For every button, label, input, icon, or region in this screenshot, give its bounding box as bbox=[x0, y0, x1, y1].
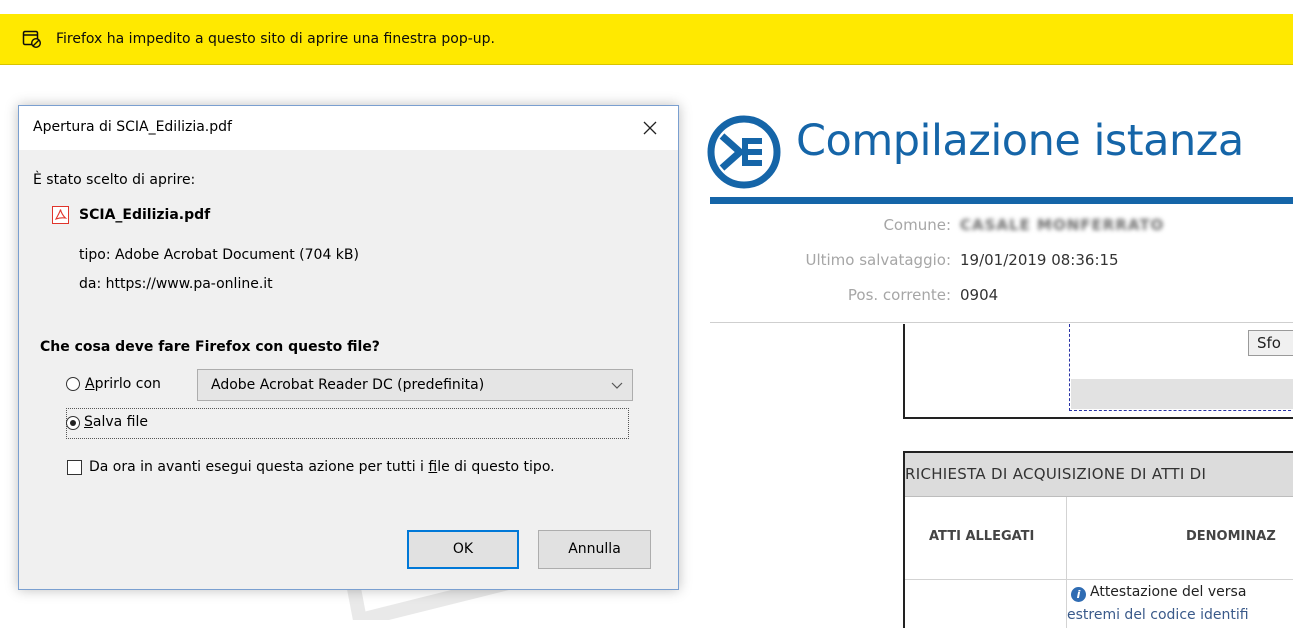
acquisition-table: RICHIESTA DI ACQUISIZIONE DI ATTI DI ATT… bbox=[903, 451, 1293, 628]
upload-section: Sfo bbox=[903, 324, 1293, 419]
dialog-question: Che cosa deve fare Firefox con questo fi… bbox=[40, 339, 380, 355]
application-select-value: Adobe Acrobat Reader DC (predefinita) bbox=[211, 377, 485, 393]
row-label: Attestazione del versa bbox=[1090, 584, 1247, 600]
ok-button[interactable]: OK bbox=[407, 530, 519, 569]
compilazione-logo-icon bbox=[707, 115, 781, 189]
info-label: Ultimo salvataggio: bbox=[805, 251, 951, 269]
table-row-text: i Attestazione del versa bbox=[1071, 584, 1246, 602]
file-source-row: da: https://www.pa-online.it bbox=[79, 276, 273, 292]
dialog-title: Apertura di SCIA_Edilizia.pdf bbox=[33, 119, 232, 135]
open-file-dialog: Apertura di SCIA_Edilizia.pdf È stato sc… bbox=[18, 105, 679, 590]
column-header-label: DENOMINAZ bbox=[1186, 529, 1276, 544]
open-with-label[interactable]: Aprirlo con bbox=[85, 376, 161, 392]
close-icon bbox=[643, 121, 657, 135]
table-header-label: RICHIESTA DI ACQUISIZIONE DI ATTI DI bbox=[905, 465, 1207, 483]
column-header-denominazione: DENOMINAZ bbox=[1067, 497, 1293, 580]
close-button[interactable] bbox=[630, 111, 670, 145]
file-type-row: tipo: Adobe Acrobat Document (704 kB) bbox=[79, 247, 359, 263]
table-row-subtext: estremi del codice identifi bbox=[1067, 607, 1249, 623]
save-file-label[interactable]: Salva file bbox=[84, 414, 148, 430]
popup-blocked-message: Firefox ha impedito a questo sito di apr… bbox=[56, 31, 495, 47]
application-select[interactable]: Adobe Acrobat Reader DC (predefinita) bbox=[197, 369, 633, 401]
remember-choice-label[interactable]: Da ora in avanti esegui questa azione pe… bbox=[89, 459, 555, 475]
info-label: Pos. corrente: bbox=[847, 286, 951, 304]
table-header: RICHIESTA DI ACQUISIZIONE DI ATTI DI bbox=[905, 453, 1293, 497]
column-header-label: ATTI ALLEGATI bbox=[929, 529, 1035, 544]
file-source-label: da: bbox=[79, 276, 102, 292]
table-cell bbox=[905, 580, 1067, 628]
info-label: Comune: bbox=[883, 216, 951, 234]
info-icon[interactable]: i bbox=[1071, 587, 1086, 602]
info-value-redacted: CASALE MONFERRATO bbox=[960, 216, 1165, 234]
upload-dropzone: Sfo bbox=[1069, 324, 1293, 411]
cancel-button[interactable]: Annulla bbox=[538, 530, 651, 569]
title-underline bbox=[710, 197, 1293, 204]
upload-status-strip bbox=[1071, 379, 1293, 409]
popup-blocked-notification-bar: Firefox ha impedito a questo sito di apr… bbox=[0, 14, 1293, 65]
chevron-down-icon bbox=[611, 382, 623, 389]
file-source-value: https://www.pa-online.it bbox=[105, 276, 273, 292]
page-title: Compilazione istanza bbox=[796, 116, 1244, 166]
pdf-file-icon bbox=[52, 206, 69, 224]
info-value: 19/01/2019 08:36:15 bbox=[960, 251, 1119, 269]
info-value: 0904 bbox=[960, 286, 999, 304]
dialog-intro: È stato scelto di aprire: bbox=[33, 172, 196, 188]
browse-button[interactable]: Sfo bbox=[1248, 330, 1293, 356]
file-type-label: tipo: bbox=[79, 247, 111, 263]
dialog-titlebar[interactable]: Apertura di SCIA_Edilizia.pdf bbox=[19, 106, 678, 150]
file-name: SCIA_Edilizia.pdf bbox=[79, 207, 211, 223]
popup-blocked-icon bbox=[22, 30, 42, 49]
file-type-value: Adobe Acrobat Document (704 kB) bbox=[115, 247, 359, 263]
focus-indicator bbox=[66, 408, 629, 439]
column-header-atti-allegati: ATTI ALLEGATI bbox=[905, 497, 1067, 580]
remember-choice-checkbox[interactable] bbox=[67, 460, 82, 475]
save-file-radio[interactable] bbox=[66, 416, 80, 430]
divider bbox=[710, 322, 1293, 323]
open-with-radio[interactable] bbox=[66, 377, 80, 391]
